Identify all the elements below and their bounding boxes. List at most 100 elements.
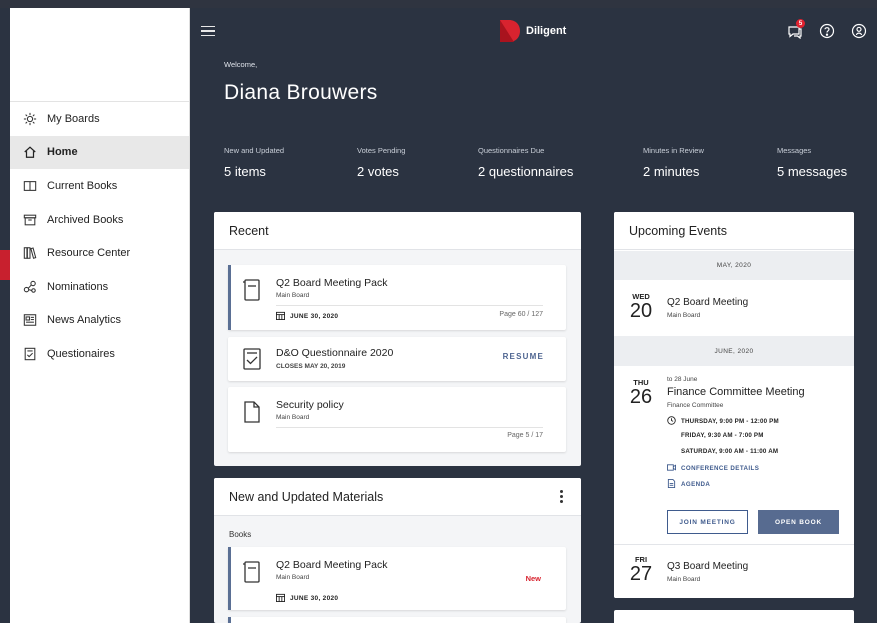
conference-details-link[interactable]: CONFERENCE DETAILS [667,463,759,474]
notifications-icon[interactable]: 5 [787,19,805,40]
event-title: Q3 Board Meeting [667,561,749,572]
sidebar-item-my-boards[interactable]: My Boards [10,102,189,136]
events-header: Upcoming Events [614,212,854,250]
card-title: Upcoming Events [629,223,727,238]
open-book-button[interactable]: OPEN BOOK [758,510,839,534]
item-title: D&O Questionnaire 2020 [276,347,394,359]
questionnaire-icon [242,348,262,370]
stat-questionnaires-due[interactable]: Questionnaires Due 2 questionnaires [478,146,573,179]
calendar-icon [276,593,285,604]
month-divider: MAY, 2020 [614,251,854,280]
item-subtitle: Main Board [276,414,310,421]
section-label: Books [229,530,252,539]
sidebar-item-home[interactable]: Home [10,135,189,170]
event-time-3: SATURDAY, 9:00 AM - 11:00 AM [681,448,779,455]
event-subtitle: Finance Committee [667,402,724,409]
recent-header: Recent [214,212,581,250]
agenda-icon [667,479,676,490]
nominations-icon [22,279,38,295]
recent-card: Recent Q2 Board Meeting Pack Main Board … [214,212,581,466]
materials-item-next[interactable] [228,617,566,623]
events-card: Upcoming Events MAY, 2020 WED 20 Q2 Boar… [614,212,854,598]
event-q3-board-meeting[interactable]: FRI 27 Q3 Board Meeting Main Board [614,544,854,598]
recent-item-q2-pack[interactable]: Q2 Board Meeting Pack Main Board JUNE 30… [228,265,566,330]
stat-label: Votes Pending [357,146,406,155]
card-title: Recent [229,223,269,238]
stats-row: New and Updated 5 items Votes Pending 2 … [224,146,864,186]
boards-icon [22,111,38,127]
file-icon [242,401,262,423]
next-card [614,610,854,623]
sidebar-item-current-books[interactable]: Current Books [10,169,189,203]
agenda-link[interactable]: AGENDA [667,479,710,490]
help-icon[interactable] [819,23,835,39]
questionnaire-icon [22,346,38,362]
notification-badge: 5 [796,19,805,28]
sidebar-item-resource-center[interactable]: Resource Center [10,236,189,270]
sidebar-item-archived-books[interactable]: Archived Books [10,203,189,237]
recent-item-questionnaire[interactable]: D&O Questionnaire 2020 CLOSES MAY 20, 20… [228,337,566,381]
stat-label: New and Updated [224,146,285,155]
sidebar-top [10,8,189,102]
sidebar-item-news-analytics[interactable]: News Analytics [10,304,189,338]
event-day: 26 [629,386,653,408]
stat-votes-pending[interactable]: Votes Pending 2 votes [357,146,405,179]
sidebar-item-label: Questionaires [47,347,115,360]
sidebar-item-questionaires[interactable]: Questionaires [10,337,189,371]
event-day: 27 [629,563,653,585]
document-icon [242,561,262,583]
stat-label: Messages [777,146,812,155]
welcome-greeting: Welcome, [224,60,258,69]
stat-new-updated[interactable]: New and Updated 5 items [224,146,284,179]
stat-value: 5 items [224,164,266,179]
stat-value: 2 questionnaires [478,164,574,179]
event-q2-board-meeting[interactable]: WED 20 Q2 Board Meeting Main Board [614,280,854,336]
menu-icon[interactable] [201,23,215,40]
event-subtitle: Main Board [667,576,701,583]
clock-icon [667,416,676,427]
event-time-2: FRIDAY, 9:30 AM - 7:00 PM [681,432,764,439]
materials-card: New and Updated Materials Books Q2 Board… [214,478,581,623]
event-title: Finance Committee Meeting [667,386,805,398]
sidebar-item-label: Resource Center [47,247,131,260]
main-content: Diligent 5 Welcome, Diana Brouwers New a… [191,8,877,623]
recent-item-security-policy[interactable]: Security policy Main Board Page 5 / 17 [228,387,566,452]
book-icon [22,178,38,194]
user-profile-icon[interactable] [851,23,867,39]
month-divider: JUNE, 2020 [614,336,854,366]
item-title: Q2 Board Meeting Pack [276,277,388,289]
new-badge: New [525,574,541,583]
stat-value: 2 minutes [643,164,700,179]
item-subtitle: Main Board [276,574,310,581]
sidebar-item-nominations[interactable]: Nominations [10,270,189,304]
home-icon [22,144,38,160]
sidebar-item-label: My Boards [47,112,100,125]
archive-icon [22,212,38,228]
more-options-icon[interactable] [556,490,566,503]
brand[interactable]: Diligent [500,20,566,42]
divider [276,427,543,428]
sidebar: My Boards Home Current Books Archived Bo… [10,8,190,623]
item-subtitle: CLOSES MAY 20, 2019 [276,363,346,370]
link-text: CONFERENCE DETAILS [681,465,760,472]
stat-messages[interactable]: Messages 5 messages [777,146,847,179]
document-icon [242,279,262,301]
link-text: AGENDA [681,481,711,488]
sidebar-item-label: Home [47,146,78,159]
top-bar: Diligent 5 [191,8,877,54]
join-meeting-button[interactable]: JOIN MEETING [667,510,748,534]
video-icon [667,463,676,474]
resume-button[interactable]: RESUME [503,352,544,361]
item-date: JUNE 30, 2020 [276,311,338,322]
materials-item-q2-pack[interactable]: Q2 Board Meeting Pack Main Board New JUN… [228,547,566,610]
date-text: JUNE 30, 2020 [290,595,339,602]
card-title: New and Updated Materials [229,489,384,504]
diligent-logo-icon [500,20,520,42]
stat-label: Minutes in Review [643,146,704,155]
stat-minutes-review[interactable]: Minutes in Review 2 minutes [643,146,704,179]
sidebar-item-label: Archived Books [47,213,124,226]
materials-header: New and Updated Materials [214,478,581,516]
page-progress: Page 60 / 127 [499,311,543,318]
item-subtitle: Main Board [276,292,310,299]
welcome-section: Welcome, Diana Brouwers [191,60,877,105]
